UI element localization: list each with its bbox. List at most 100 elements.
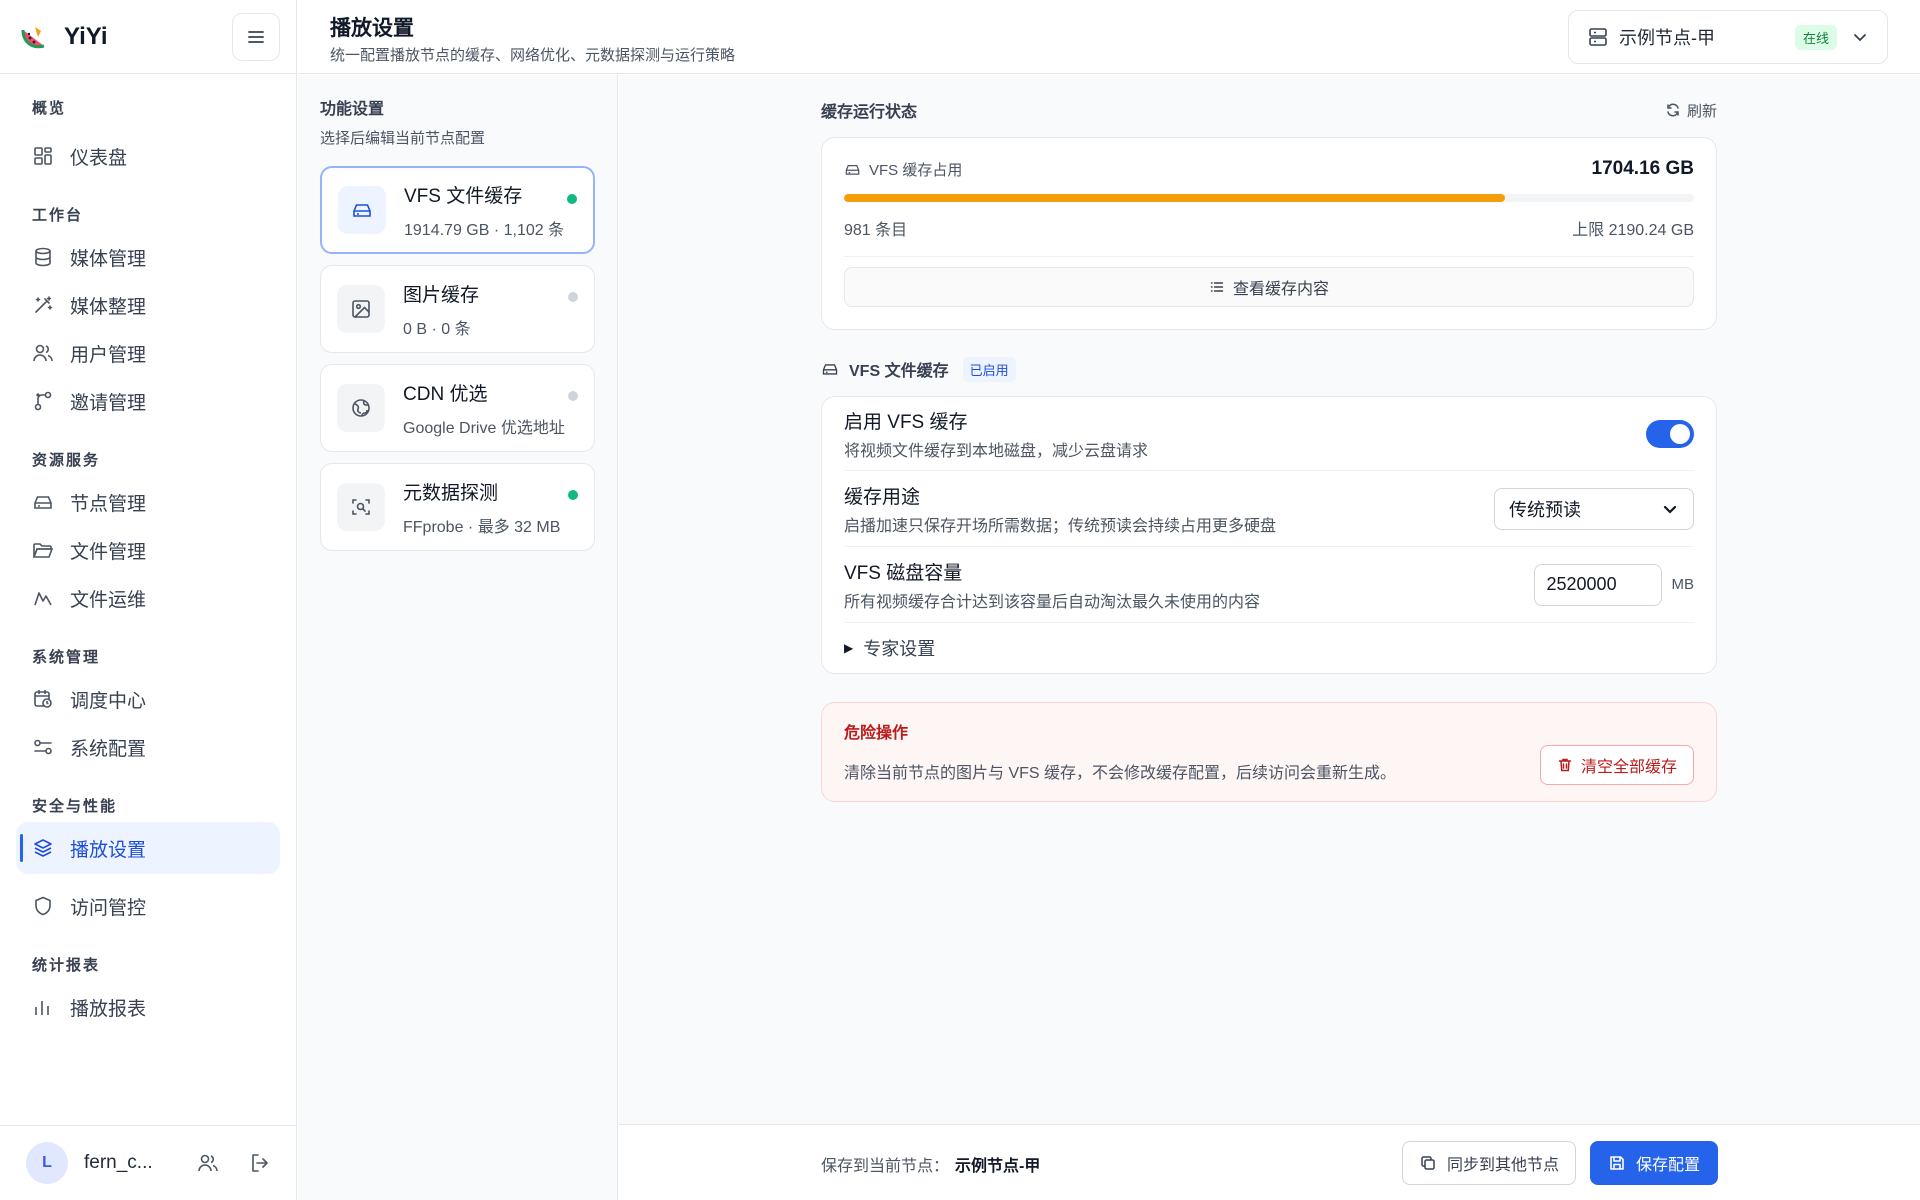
sidebar-item-system-config[interactable]: 系统配置 bbox=[16, 721, 280, 773]
sidebar-item-label: 文件管理 bbox=[70, 541, 147, 563]
switch-user-icon[interactable] bbox=[196, 1151, 220, 1175]
feature-meta: 1914.79 GB · 1,102 条 bbox=[404, 221, 565, 239]
enable-vfs-toggle[interactable] bbox=[1646, 419, 1694, 448]
folder-icon bbox=[32, 543, 54, 558]
sidebar-item-invites[interactable]: 邀请管理 bbox=[16, 375, 280, 427]
sidebar-item-media[interactable]: 媒体管理 bbox=[16, 231, 280, 283]
node-selector[interactable]: 示例节点-甲 在线 bbox=[1568, 10, 1888, 64]
sync-to-other-nodes-button[interactable]: 同步到其他节点 bbox=[1401, 1141, 1576, 1185]
logout-icon[interactable] bbox=[248, 1151, 272, 1175]
sidebar-item-dashboard[interactable]: 仪表盘 bbox=[16, 130, 280, 182]
user-footer: L fern_c... bbox=[0, 1125, 296, 1200]
share-icon bbox=[34, 391, 52, 411]
sidebar-item-file-ops[interactable]: 文件运维 bbox=[16, 572, 280, 624]
image-icon bbox=[352, 300, 370, 318]
sidebar-item-scheduler[interactable]: 调度中心 bbox=[16, 673, 280, 725]
feature-card-image-cache[interactable]: 图片缓存 0 B · 0 条 bbox=[320, 265, 595, 353]
nav-section-workbench: 工作台 bbox=[32, 207, 84, 224]
sidebar-item-files[interactable]: 文件管理 bbox=[16, 524, 280, 576]
settings-content: 缓存运行状态 刷新 VFS 缓存占用 1704.16 GB 981 条目 上限 … bbox=[821, 75, 1717, 802]
sidebar: YiYi 概览 仪表盘 工作台 媒体管理 媒体整理 用户管理 邀请管理 资源服务… bbox=[0, 0, 297, 1200]
cache-status-header: 缓存运行状态 刷新 bbox=[821, 95, 1717, 125]
disabled-status-dot bbox=[568, 391, 578, 401]
user-name[interactable]: fern_c... bbox=[84, 1152, 168, 1174]
sidebar-item-label: 调度中心 bbox=[70, 690, 147, 712]
enabled-status-dot bbox=[568, 490, 578, 500]
sidebar-item-label: 用户管理 bbox=[70, 344, 147, 366]
save-target-node: 示例节点-甲 bbox=[955, 1158, 1041, 1175]
feature-meta: Google Drive 优选地址 bbox=[403, 419, 565, 437]
hamburger-icon bbox=[248, 30, 264, 43]
feature-card-metadata-probe[interactable]: 元数据探测 FFprobe · 最多 32 MB bbox=[320, 463, 595, 551]
menu-toggle-button[interactable] bbox=[232, 12, 280, 61]
enabled-status-dot bbox=[567, 194, 577, 204]
enabled-badge: 已启用 bbox=[962, 356, 1016, 382]
setting-label: 启用 VFS 缓存 bbox=[844, 411, 968, 433]
disk-capacity-input[interactable] bbox=[1533, 563, 1662, 606]
sidebar-header: YiYi bbox=[0, 0, 296, 74]
chart-icon bbox=[34, 592, 52, 606]
setting-label: VFS 磁盘容量 bbox=[844, 562, 963, 584]
feature-list-panel: 功能设置 选择后编辑当前节点配置 VFS 文件缓存 1914.79 GB · 1… bbox=[298, 75, 618, 1200]
nav-section-overview: 概览 bbox=[32, 100, 67, 117]
feature-meta: FFprobe · 最多 32 MB bbox=[403, 518, 561, 536]
feature-icon-box bbox=[337, 483, 385, 531]
cache-purpose-select[interactable]: 传统预读 bbox=[1494, 487, 1694, 530]
feature-card-cdn[interactable]: CDN 优选 Google Drive 优选地址 bbox=[320, 364, 595, 452]
feature-name: 图片缓存 bbox=[403, 284, 480, 306]
clear-all-cache-label: 清空全部缓存 bbox=[1580, 759, 1677, 776]
save-label: 保存配置 bbox=[1635, 1157, 1700, 1174]
setting-row-cache-purpose: 缓存用途 启播加速只保存开场所需数据；传统预读会持续占用更多硬盘 传统预读 bbox=[844, 471, 1694, 547]
save-target-info: 保存到当前节点： 示例节点-甲 bbox=[821, 1152, 1040, 1176]
chevron-down-icon bbox=[1663, 505, 1677, 514]
save-target-label: 保存到当前节点： bbox=[821, 1158, 950, 1175]
expert-settings-toggle[interactable]: ▶ 专家设置 bbox=[844, 623, 1694, 673]
app-name: YiYi bbox=[64, 22, 108, 50]
feature-meta: 0 B · 0 条 bbox=[403, 320, 471, 338]
setting-desc: 所有视频缓存合计达到该容量后自动淘汰最久未使用的内容 bbox=[844, 593, 1261, 611]
layers-icon bbox=[34, 839, 52, 857]
list-icon bbox=[1210, 282, 1224, 292]
sliders-icon bbox=[34, 739, 52, 755]
magic-wand-icon bbox=[35, 296, 53, 313]
sidebar-item-media-organize[interactable]: 媒体整理 bbox=[16, 279, 280, 331]
danger-title: 危险操作 bbox=[844, 725, 909, 742]
sidebar-item-label: 媒体整理 bbox=[70, 296, 147, 318]
expand-triangle-icon: ▶ bbox=[844, 641, 854, 655]
vfs-section-title: VFS 文件缓存 bbox=[849, 363, 949, 380]
sidebar-item-playback-settings[interactable]: 播放设置 bbox=[16, 822, 280, 874]
sidebar-item-playback-report[interactable]: 播放报表 bbox=[16, 981, 280, 1033]
divider bbox=[844, 256, 1694, 257]
save-config-button[interactable]: 保存配置 bbox=[1589, 1141, 1718, 1185]
avatar[interactable]: L bbox=[26, 1142, 68, 1184]
feature-icon-box bbox=[338, 186, 386, 234]
feature-name: CDN 优选 bbox=[403, 383, 488, 405]
save-icon bbox=[1610, 1156, 1624, 1170]
sidebar-item-label: 文件运维 bbox=[70, 589, 147, 611]
expert-settings-label: 专家设置 bbox=[863, 639, 936, 659]
drive-icon bbox=[845, 164, 860, 175]
danger-zone: 危险操作 清除当前节点的图片与 VFS 缓存，不会修改缓存配置，后续访问会重新生… bbox=[821, 702, 1717, 802]
vfs-section-header: VFS 文件缓存 已启用 bbox=[821, 354, 1717, 384]
view-cache-button[interactable]: 查看缓存内容 bbox=[844, 267, 1694, 307]
refresh-label: 刷新 bbox=[1686, 102, 1717, 120]
server-icon bbox=[1589, 28, 1607, 46]
feature-card-vfs-cache[interactable]: VFS 文件缓存 1914.79 GB · 1,102 条 bbox=[320, 166, 595, 254]
scan-icon bbox=[352, 499, 370, 515]
action-footer: 保存到当前节点： 示例节点-甲 同步到其他节点 保存配置 bbox=[619, 1124, 1920, 1200]
sidebar-item-access-control[interactable]: 访问管控 bbox=[16, 880, 280, 932]
page-subtitle: 统一配置播放节点的缓存、网络优化、元数据探测与运行策略 bbox=[330, 47, 736, 64]
sidebar-item-nodes[interactable]: 节点管理 bbox=[16, 476, 280, 528]
globe-icon bbox=[352, 399, 370, 417]
setting-desc: 将视频文件缓存到本地磁盘，减少云盘请求 bbox=[844, 442, 1149, 460]
disabled-status-dot bbox=[568, 292, 578, 302]
main-content: 缓存运行状态 刷新 VFS 缓存占用 1704.16 GB 981 条目 上限 … bbox=[619, 75, 1920, 1124]
refresh-button[interactable]: 刷新 bbox=[1665, 100, 1717, 121]
setting-row-enable-vfs: 启用 VFS 缓存 将视频文件缓存到本地磁盘，减少云盘请求 bbox=[844, 397, 1694, 471]
clear-all-cache-button[interactable]: 清空全部缓存 bbox=[1539, 745, 1694, 785]
sidebar-item-users[interactable]: 用户管理 bbox=[16, 327, 280, 379]
usage-label-group: VFS 缓存占用 bbox=[844, 159, 962, 180]
sidebar-item-label: 仪表盘 bbox=[70, 147, 128, 169]
feature-icon-box bbox=[337, 285, 385, 333]
drive-icon bbox=[34, 496, 52, 509]
